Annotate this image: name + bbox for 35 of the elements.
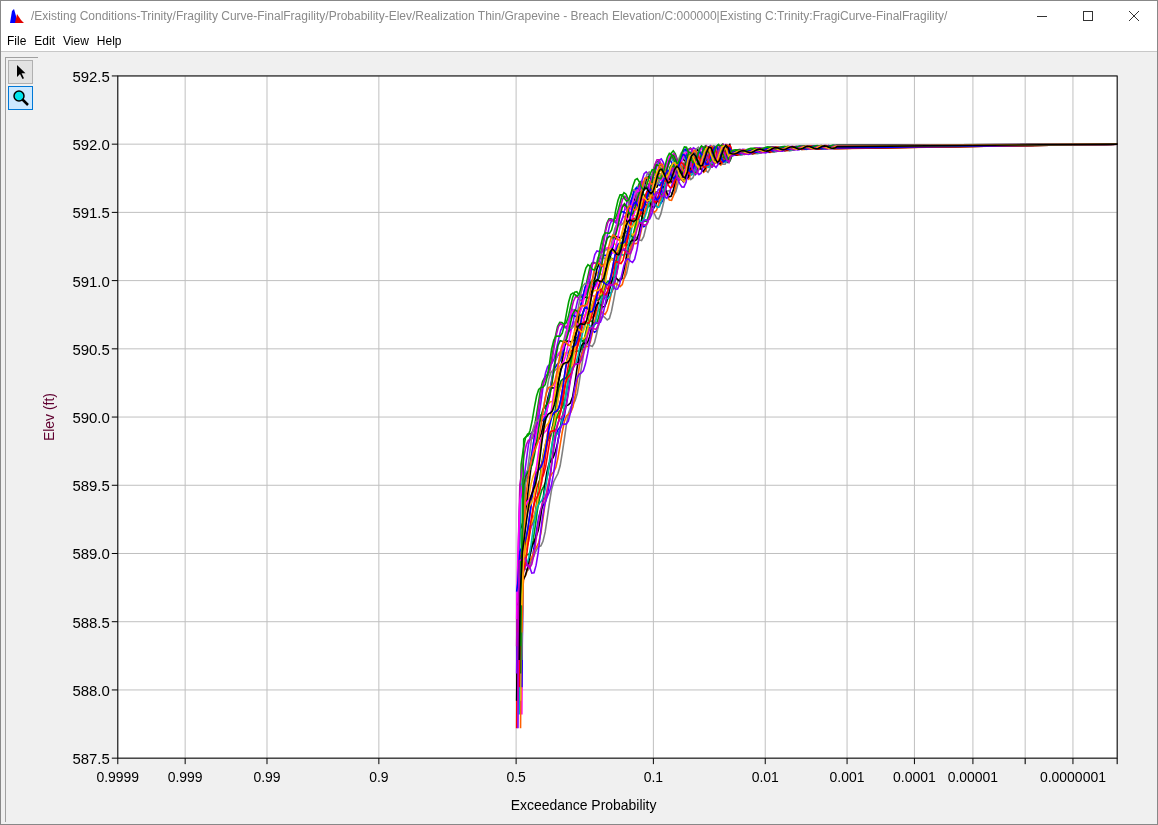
x-tick-label: 0.9 [369,769,389,786]
pointer-tool-button[interactable] [8,60,33,84]
x-tick-label: 0.0000001 [1039,769,1106,786]
menu-item[interactable]: File [3,34,31,48]
x-tick-label: 0.5 [506,769,526,786]
y-tick-label: 591.0 [72,272,110,290]
x-tick-label: 0.01 [751,769,779,786]
y-tick-label: 591.5 [72,204,110,222]
menu-item[interactable]: View [59,34,93,48]
app-logo-icon [9,8,25,24]
magnifier-icon [11,89,30,107]
y-tick-label: 587.5 [72,750,110,768]
y-tick-label: 589.0 [72,545,110,563]
y-tick-label: 588.5 [72,613,110,631]
x-tick-label: 0.9999 [96,769,140,786]
y-tick-label: 592.5 [72,67,110,85]
y-tick-label: 590.0 [72,409,110,427]
maximize-icon [1083,11,1093,21]
close-icon [1129,11,1139,21]
y-tick-label: 588.0 [72,681,110,699]
x-tick-label: 0.999 [167,769,203,786]
x-axis-title: Exceedance Probability [510,797,657,813]
y-tick-label: 590.5 [72,340,110,358]
x-tick-label: 0.001 [829,769,865,786]
menu-item[interactable]: Edit [30,34,60,48]
x-tick-label: 0.1 [643,769,663,786]
window-title: /Existing Conditions-Trinity/Fragility Curve-FinalFragility/Probability-Elev/Realization Thin/Grapevine - Breach Elevation/C:000000|Existing C:Trinity:FragiCurve-FinalFragility/ [31,9,948,23]
x-tick-label: 0.99 [253,769,281,786]
menu-item[interactable]: Help [92,34,126,48]
y-axis-title: Elev (ft) [40,393,57,442]
y-tick-label: 589.5 [72,477,110,495]
zoom-tool-button[interactable] [8,86,33,110]
x-tick-label: 0.0001 [893,769,936,786]
y-tick-label: 592.0 [72,136,110,154]
x-tick-label: 0.00001 [947,769,999,786]
